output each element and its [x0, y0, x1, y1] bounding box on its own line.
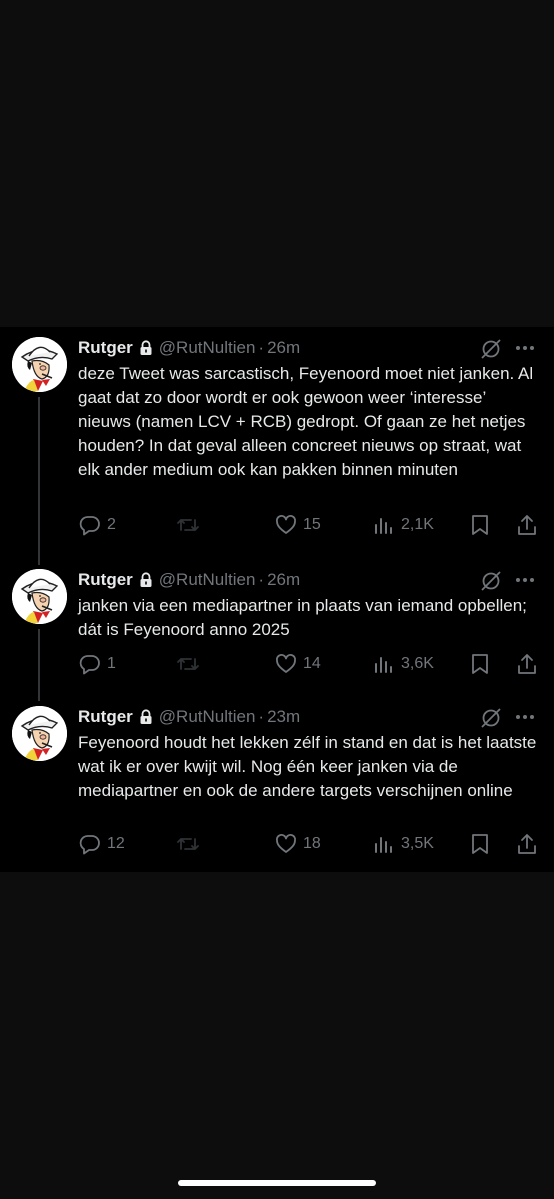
bookmark-icon — [470, 514, 490, 536]
like-button[interactable]: 15 — [275, 512, 321, 538]
more-icon[interactable] — [516, 346, 534, 350]
share-icon — [516, 833, 538, 855]
display-name[interactable]: Rutger — [78, 570, 133, 590]
share-button[interactable] — [516, 651, 538, 677]
retweet-icon — [176, 514, 200, 536]
tweet-header: Rutger @RutNultien · 26m — [78, 569, 300, 591]
tweet-text: janken via een mediapartner in plaats va… — [78, 596, 527, 639]
retweet-button[interactable] — [176, 512, 206, 538]
share-button[interactable] — [516, 831, 538, 857]
reply-icon — [79, 833, 101, 855]
avatar[interactable] — [12, 569, 67, 624]
like-count: 15 — [303, 516, 321, 533]
grok-icon[interactable] — [480, 338, 502, 365]
tweet-header: Rutger @RutNultien · 23m — [78, 706, 300, 728]
like-button[interactable]: 14 — [275, 651, 321, 677]
views-count: 3,6K — [401, 655, 434, 672]
reply-count: 1 — [107, 655, 116, 672]
timestamp[interactable]: 26m — [267, 338, 300, 358]
grok-icon[interactable] — [480, 707, 502, 734]
lock-icon — [139, 340, 153, 356]
reply-icon — [79, 514, 101, 536]
reply-button[interactable]: 1 — [79, 651, 116, 677]
separator-dot: · — [258, 570, 265, 589]
tweet-text: deze Tweet was sarcastisch, Feyenoord mo… — [78, 364, 534, 479]
bookmark-icon — [470, 833, 490, 855]
tweet-text: Feyenoord houdt het lekken zélf in stand… — [78, 733, 537, 800]
share-icon — [516, 653, 538, 675]
share-button[interactable] — [516, 512, 538, 538]
views-count: 2,1K — [401, 516, 434, 533]
user-handle[interactable]: @RutNultien — [159, 707, 256, 727]
avatar[interactable] — [12, 337, 67, 392]
views-button[interactable]: 3,6K — [373, 651, 434, 677]
views-button[interactable]: 3,5K — [373, 831, 434, 857]
user-handle[interactable]: @RutNultien — [159, 338, 256, 358]
reply-button[interactable]: 2 — [79, 512, 116, 538]
lock-icon — [139, 709, 153, 725]
more-icon[interactable] — [516, 578, 534, 582]
like-icon — [275, 653, 297, 675]
separator-dot: · — [258, 338, 265, 357]
like-count: 18 — [303, 835, 321, 852]
tweet-actions: 1 14 3,6K — [0, 651, 554, 677]
like-count: 14 — [303, 655, 321, 672]
reply-count: 2 — [107, 516, 116, 533]
views-icon — [373, 653, 395, 675]
tweet-header: Rutger @RutNultien · 26m — [78, 337, 300, 359]
views-count: 3,5K — [401, 835, 434, 852]
lock-icon — [139, 572, 153, 588]
grok-icon[interactable] — [480, 570, 502, 597]
user-handle[interactable]: @RutNultien — [159, 570, 256, 590]
reply-count: 12 — [107, 835, 125, 852]
timestamp[interactable]: 26m — [267, 570, 300, 590]
bookmark-icon — [470, 653, 490, 675]
tweet-actions: 12 18 3,5K — [0, 831, 554, 857]
reply-icon — [79, 653, 101, 675]
separator-dot: · — [258, 707, 265, 726]
avatar[interactable] — [12, 706, 67, 761]
share-icon — [516, 514, 538, 536]
views-button[interactable]: 2,1K — [373, 512, 434, 538]
bookmark-button[interactable] — [470, 831, 490, 857]
like-button[interactable]: 18 — [275, 831, 321, 857]
timestamp[interactable]: 23m — [267, 707, 300, 727]
views-icon — [373, 833, 395, 855]
retweet-icon — [176, 653, 200, 675]
like-icon — [275, 514, 297, 536]
display-name[interactable]: Rutger — [78, 338, 133, 358]
bookmark-button[interactable] — [470, 651, 490, 677]
views-icon — [373, 514, 395, 536]
display-name[interactable]: Rutger — [78, 707, 133, 727]
retweet-button[interactable] — [176, 831, 206, 857]
retweet-button[interactable] — [176, 651, 206, 677]
like-icon — [275, 833, 297, 855]
home-indicator[interactable] — [178, 1180, 376, 1186]
thread-connector-line — [38, 397, 40, 565]
bookmark-button[interactable] — [470, 512, 490, 538]
reply-button[interactable]: 12 — [79, 831, 125, 857]
retweet-icon — [176, 833, 200, 855]
more-icon[interactable] — [516, 715, 534, 719]
tweet-actions: 2 15 2,1K — [0, 512, 554, 538]
